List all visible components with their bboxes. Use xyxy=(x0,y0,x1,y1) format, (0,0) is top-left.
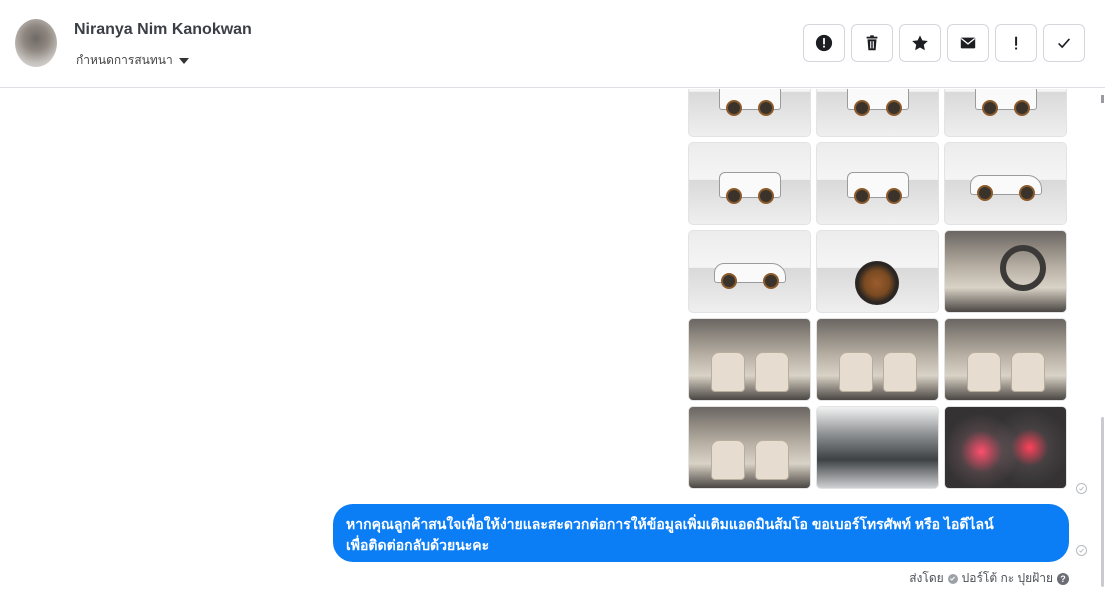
seat-shape xyxy=(755,352,789,392)
sent-by-info: ส่งโดย ปอร์โต้ กะ ปุยฝ้าย ? xyxy=(909,569,1069,588)
priority-button[interactable] xyxy=(995,24,1037,62)
truck-shape xyxy=(718,89,781,117)
truck-shape xyxy=(846,89,909,117)
caret-down-icon xyxy=(178,57,189,64)
truck-shape xyxy=(974,89,1037,117)
photo-thumbnail-gauge-cluster[interactable] xyxy=(944,406,1067,489)
envelope-icon xyxy=(960,37,976,49)
steering-wheel-shape xyxy=(1000,245,1046,291)
sender-name[interactable]: ปอร์โต้ กะ ปุยฝ้าย xyxy=(962,569,1053,588)
photo-thumbnail-truck-rear-angle[interactable] xyxy=(944,89,1067,137)
done-button[interactable] xyxy=(1043,24,1085,62)
mark-unread-button[interactable] xyxy=(947,24,989,62)
verified-icon xyxy=(947,573,958,584)
seen-check-icon xyxy=(1076,545,1087,556)
truck-shape xyxy=(846,172,909,205)
photo-thumbnail-truck-front-angle[interactable] xyxy=(816,89,939,137)
conversation-header: Niranya Nim Kanokwan กำหนดการสนทนา xyxy=(0,0,1105,88)
conversation-label-dropdown[interactable]: กำหนดการสนทนา xyxy=(76,51,189,70)
exclamation-icon xyxy=(1015,36,1018,50)
photo-thumbnail-door-panel[interactable] xyxy=(688,406,811,489)
photo-attachment-grid xyxy=(688,89,1068,489)
message-text-line2: เพื่อติดต่อกลับด้วยนะคะ xyxy=(346,537,490,553)
truck-shape xyxy=(713,263,786,290)
alert-circle-icon xyxy=(815,34,833,52)
contact-avatar[interactable] xyxy=(15,19,57,67)
seat-shape xyxy=(1011,352,1045,392)
conversation-label: กำหนดการสนทนา xyxy=(76,53,173,67)
star-icon xyxy=(912,35,928,51)
seat-shape xyxy=(711,352,745,392)
photo-thumbnail-wheel[interactable] xyxy=(816,230,939,313)
message-toolbar xyxy=(803,24,1085,62)
star-button[interactable] xyxy=(899,24,941,62)
wheel-shape xyxy=(855,261,899,305)
seat-shape xyxy=(967,352,1001,392)
message-bubble[interactable]: หากคุณลูกค้าสนใจเพื่อให้ง่ายและสะดวกต่อก… xyxy=(333,504,1069,562)
sent-by-prefix: ส่งโดย xyxy=(909,571,944,585)
trash-icon xyxy=(866,35,878,51)
photo-thumbnail-dashboard-interior[interactable] xyxy=(688,318,811,401)
message-thread[interactable]: หากคุณลูกค้าสนใจเพื่อให้ง่ายและสะดวกต่อก… xyxy=(0,89,1105,614)
help-icon[interactable]: ? xyxy=(1057,572,1069,585)
seat-shape xyxy=(883,352,917,392)
photo-thumbnail-truck-rear-quarter[interactable] xyxy=(816,142,939,225)
photo-thumbnail-front-seat[interactable] xyxy=(816,318,939,401)
seat-shape xyxy=(755,440,789,480)
photo-thumbnail-engine-bay[interactable] xyxy=(816,406,939,489)
scrollbar-thumb[interactable] xyxy=(1101,417,1104,587)
chat-scrollbar[interactable] xyxy=(1100,89,1105,594)
photo-thumbnail-truck-side-far[interactable] xyxy=(944,142,1067,225)
photo-thumbnail-truck-front[interactable] xyxy=(688,89,811,137)
photo-thumbnail-driver-seat[interactable] xyxy=(944,318,1067,401)
mark-spam-button[interactable] xyxy=(803,24,845,62)
photo-thumbnail-truck-side[interactable] xyxy=(688,230,811,313)
delete-button[interactable] xyxy=(851,24,893,62)
truck-shape xyxy=(969,175,1042,202)
photo-thumbnail-steering-wheel[interactable] xyxy=(944,230,1067,313)
scrollbar-marker xyxy=(1101,95,1104,103)
seat-shape xyxy=(711,440,745,480)
truck-shape xyxy=(718,172,781,205)
photo-thumbnail-truck-rear[interactable] xyxy=(688,142,811,225)
seen-check-icon xyxy=(1076,483,1087,494)
check-icon xyxy=(1058,38,1071,49)
message-text-line1: หากคุณลูกค้าสนใจเพื่อให้ง่ายและสะดวกต่อก… xyxy=(346,516,994,532)
contact-name[interactable]: Niranya Nim Kanokwan xyxy=(74,21,252,39)
seat-shape xyxy=(839,352,873,392)
